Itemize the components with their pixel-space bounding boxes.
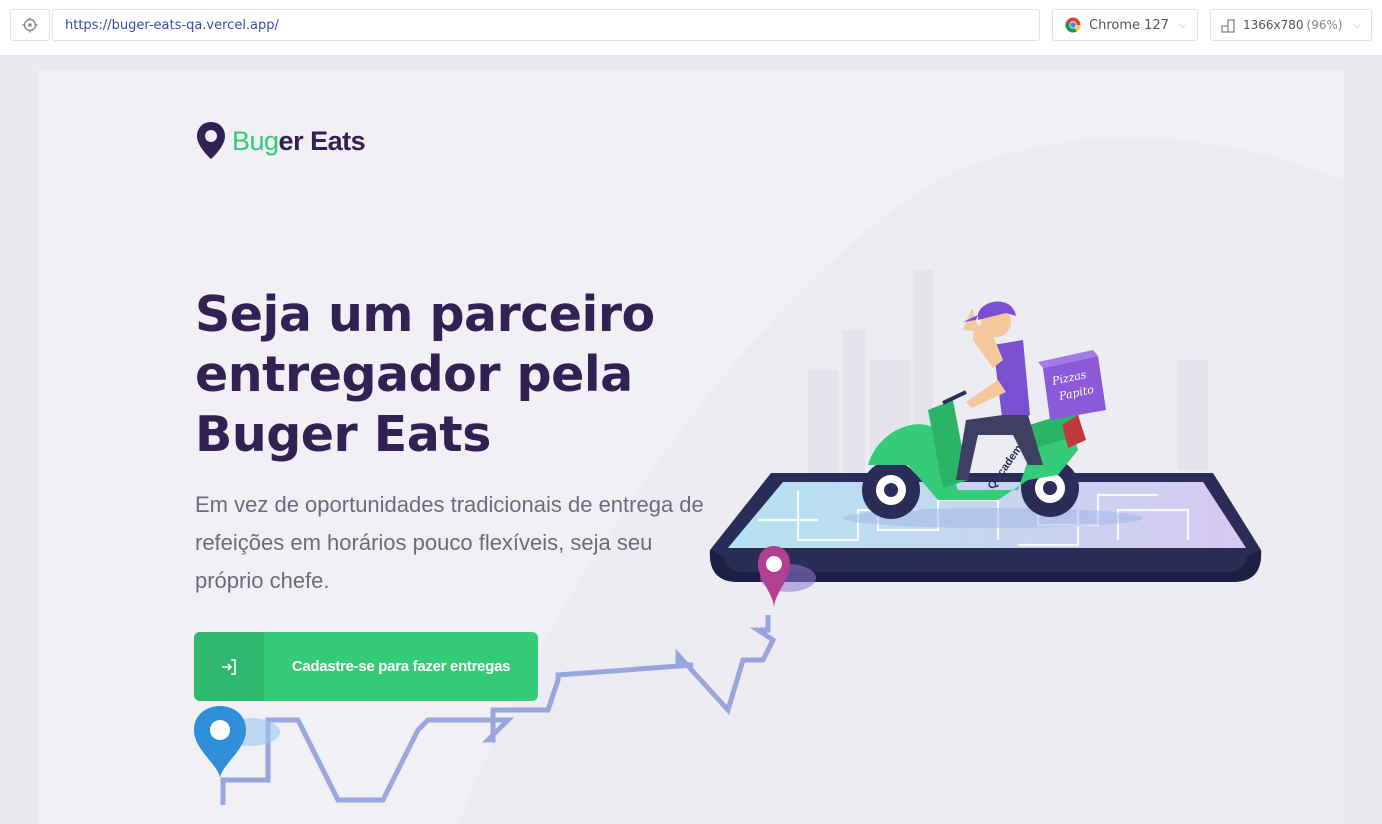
- hero-title-line3: Buger Eats: [195, 406, 491, 463]
- crosshair-icon: [22, 17, 38, 33]
- browser-name: Chrome 127: [1089, 17, 1169, 33]
- signup-delivery-button[interactable]: Cadastre-se para fazer entregas: [194, 632, 538, 701]
- brand-logo[interactable]: Buger Eats: [196, 121, 366, 161]
- hero-title: Seja um parceiro entregador pela Buger E…: [195, 285, 665, 465]
- chevron-down-icon: ⌵: [1179, 19, 1187, 31]
- hero-description-line1: Em vez de oportunidades tradicionais de …: [195, 492, 704, 517]
- page-viewport: QAcademy Pizzas Papito Buger Eats Seja u…: [38, 70, 1344, 824]
- sign-in-icon: [222, 658, 236, 675]
- cta-label: Cadastre-se para fazer entregas: [291, 658, 511, 675]
- resolution-text: 1366x780: [1243, 18, 1304, 32]
- logo-text-green: Bug: [232, 125, 279, 156]
- url-field[interactable]: https://buger-eats-qa.vercel.app/: [52, 9, 1040, 41]
- crosshair-button[interactable]: [10, 9, 50, 41]
- cta-icon-box: [194, 632, 264, 701]
- browser-select[interactable]: Chrome 127 ⌵: [1052, 9, 1198, 41]
- hero-description: Em vez de oportunidades tradicionais de …: [195, 486, 735, 600]
- browser-toolbar: https://buger-eats-qa.vercel.app/ Chrome…: [0, 0, 1382, 56]
- chevron-down-icon: ⌵: [1353, 19, 1361, 31]
- hero-description-line3: próprio chefe.: [195, 568, 330, 593]
- logo-text-dark: er Eats: [278, 125, 366, 156]
- logo-text: Buger Eats: [232, 125, 366, 157]
- hero-title-line1: Seja um parceiro: [195, 286, 655, 343]
- url-text: https://buger-eats-qa.vercel.app/: [65, 17, 279, 33]
- hero-title-line2: entregador pela: [195, 346, 633, 403]
- location-pin-logo-icon: [197, 122, 225, 159]
- chrome-icon: [1065, 17, 1081, 33]
- zoom-text: (96%): [1306, 18, 1343, 32]
- hero-description-line2: refeições em horários pouco flexíveis, s…: [195, 530, 653, 555]
- resolution-select[interactable]: 1366x780 (96%) ⌵: [1210, 9, 1372, 41]
- resize-icon: [1221, 19, 1235, 33]
